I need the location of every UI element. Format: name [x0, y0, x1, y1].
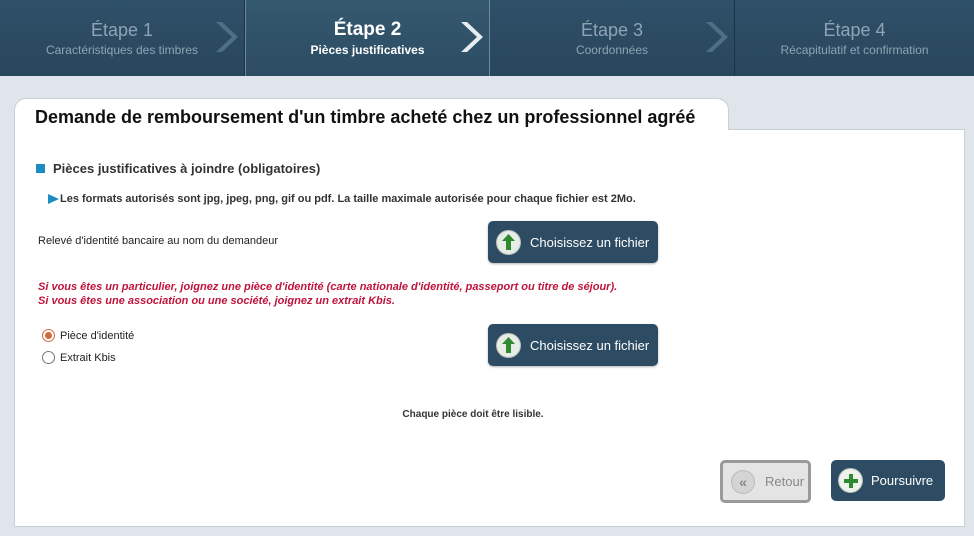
warning-line-1: Si vous êtes un particulier, joignez une…	[38, 281, 618, 293]
formats-info-text: Les formats autorisés sont jpg, jpeg, pn…	[60, 193, 636, 205]
double-chevron-left-icon: «	[731, 469, 755, 494]
radio-piece-identite[interactable]: Pièce d'identité	[42, 329, 134, 342]
rib-file-button-label: Choisissez un fichier	[530, 234, 650, 250]
upload-arrow-icon	[496, 229, 521, 255]
rib-label: Relevé d'identité bancaire au nom du dem…	[38, 235, 278, 247]
step-1[interactable]: Étape 1 Caractéristiques des timbres	[0, 0, 245, 76]
back-button-label: Retour	[765, 474, 805, 489]
radio-label: Extrait Kbis	[60, 351, 116, 364]
step-4[interactable]: Étape 4 Récapitulatif et confirmation	[735, 0, 974, 76]
step-3-title: Étape 3	[580, 19, 644, 40]
identity-file-button-label: Choisissez un fichier	[530, 337, 650, 353]
step-3[interactable]: Étape 3 Coordonnées	[490, 0, 735, 76]
radio-button-selected[interactable]	[42, 329, 55, 342]
formats-info: Les formats autorisés sont jpg, jpeg, pn…	[48, 193, 636, 205]
radio-label: Pièce d'identité	[60, 329, 135, 342]
readability-note: Chaque pièce doit être lisible.	[402, 409, 544, 420]
step-4-title: Étape 4	[823, 19, 886, 40]
step-4-subtitle: Récapitulatif et confirmation	[780, 42, 929, 57]
section-title-text: Pièces justificatives à joindre (obligat…	[53, 161, 321, 176]
chevron-right-icon	[457, 20, 483, 54]
continue-button-label: Poursuivre	[871, 473, 934, 488]
step-1-subtitle: Caractéristiques des timbres	[45, 42, 199, 57]
step-2-title: Étape 2	[333, 18, 402, 40]
step-2-subtitle: Pièces justificatives	[310, 42, 425, 57]
identity-file-button[interactable]: Choisissez un fichier	[488, 324, 658, 366]
page-title: Demande de remboursement d'un timbre ach…	[14, 98, 729, 130]
radio-button[interactable]	[42, 351, 55, 364]
rib-file-button[interactable]: Choisissez un fichier	[488, 221, 658, 263]
plus-icon	[838, 468, 863, 493]
step-3-subtitle: Coordonnées	[575, 42, 649, 57]
section-title: Pièces justificatives à joindre (obligat…	[36, 161, 320, 176]
continue-button[interactable]: Poursuivre	[831, 460, 945, 501]
step-1-title: Étape 1	[90, 19, 154, 40]
upload-arrow-icon	[496, 332, 521, 358]
chevron-right-icon	[212, 20, 238, 54]
back-button[interactable]: « Retour	[720, 460, 811, 503]
identity-warning: Si vous êtes un particulier, joignez une…	[38, 280, 617, 308]
warning-line-2: Si vous êtes une association ou une soci…	[38, 295, 395, 307]
square-bullet-icon	[36, 164, 45, 173]
tab-joint	[15, 127, 728, 131]
step-2[interactable]: Étape 2 Pièces justificatives	[245, 0, 490, 76]
stepper: Étape 1 Caractéristiques des timbres Éta…	[0, 0, 974, 76]
radio-extrait-kbis[interactable]: Extrait Kbis	[42, 351, 116, 364]
triangle-right-icon	[48, 194, 59, 204]
chevron-right-icon	[702, 20, 728, 54]
